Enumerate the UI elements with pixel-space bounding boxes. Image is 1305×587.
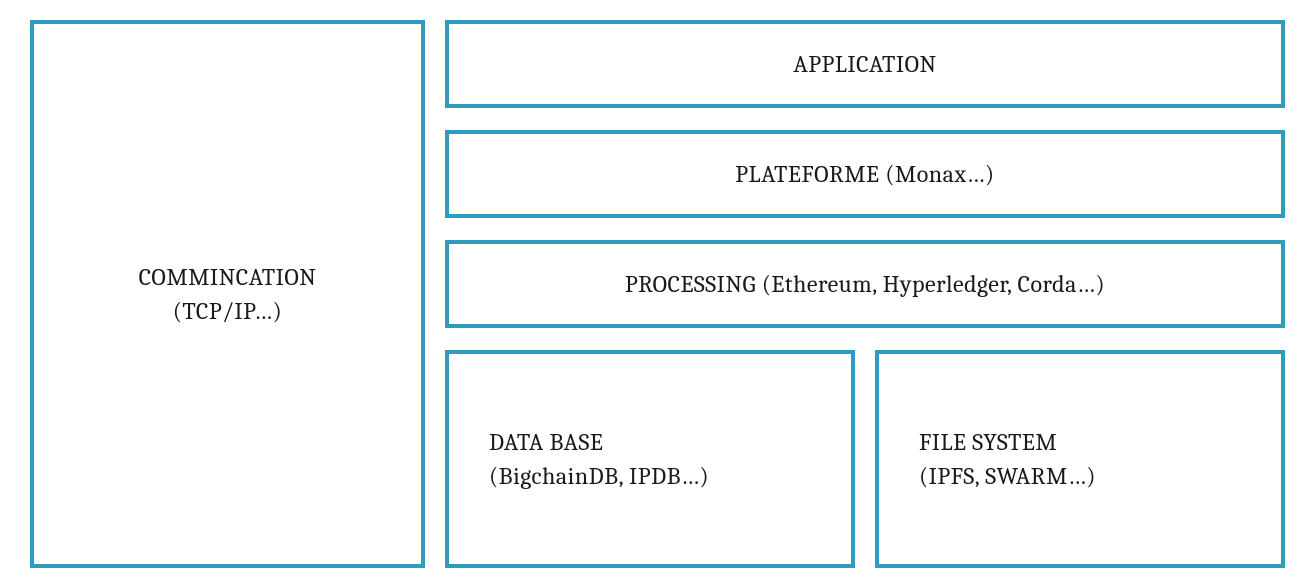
application-layer-box: APPLICATION <box>445 20 1285 108</box>
communication-subtitle: (TCP/IP…) <box>173 297 283 325</box>
platform-layer-box: PLATEFORME (Monax…) <box>445 130 1285 218</box>
application-label: APPLICATION <box>793 50 936 78</box>
processing-label: PROCESSING (Ethereum, Hyperledger, Corda… <box>625 270 1105 298</box>
filesystem-subtitle: (IPFS, SWARM…) <box>919 462 1096 490</box>
database-title: DATA BASE <box>489 428 603 456</box>
processing-layer-box: PROCESSING (Ethereum, Hyperledger, Corda… <box>445 240 1285 328</box>
filesystem-title: FILE SYSTEM <box>919 428 1057 456</box>
filesystem-layer-box: FILE SYSTEM (IPFS, SWARM…) <box>875 350 1285 568</box>
communication-title: COMMINCATION <box>139 263 317 291</box>
database-subtitle: (BigchainDB, IPDB…) <box>489 462 709 490</box>
database-layer-box: DATA BASE (BigchainDB, IPDB…) <box>445 350 855 568</box>
platform-label: PLATEFORME (Monax…) <box>735 160 994 188</box>
communication-layer-box: COMMINCATION (TCP/IP…) <box>30 20 425 568</box>
